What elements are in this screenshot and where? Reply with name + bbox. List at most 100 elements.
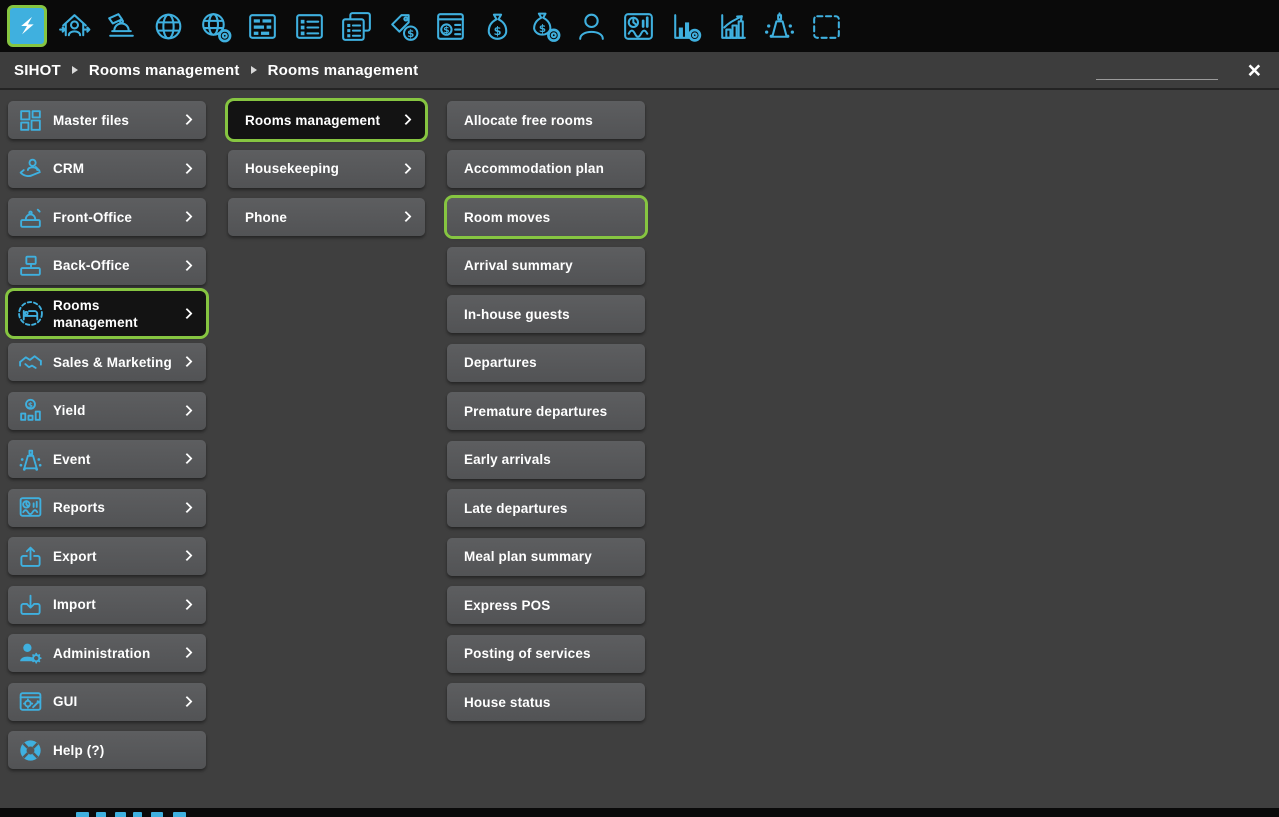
menu-item-label: Back-Office: [53, 257, 130, 274]
toolbar-button-blank-window[interactable]: [806, 5, 846, 47]
event-icon: [16, 445, 44, 473]
toolbar-button-bar-chart-coin[interactable]: [665, 5, 705, 47]
menu-item-arrival-summary[interactable]: Arrival summary: [447, 247, 645, 285]
svg-text:$: $: [27, 400, 32, 409]
menu-item-late-departures[interactable]: Late departures: [447, 489, 645, 527]
chevron-right-icon: [181, 356, 192, 367]
list-window-icon: [291, 8, 328, 45]
menu-item-allocate-free-rooms[interactable]: Allocate free rooms: [447, 101, 645, 139]
menu-item-phone[interactable]: Phone: [228, 198, 425, 236]
menu-item-label: Departures: [464, 354, 537, 371]
menu-item-in-house-guests[interactable]: In-house guests: [447, 295, 645, 333]
menu-item-yield[interactable]: $Yield: [8, 392, 206, 430]
menu-column-rooms-management-actions: Allocate free rooms Accommodation plan Roo…: [447, 101, 645, 732]
chevron-right-icon: [181, 162, 192, 173]
bottom-clipped-toolbar: [0, 808, 1279, 817]
chevron-right-icon: [181, 453, 192, 464]
menu-item-label: In-house guests: [464, 306, 570, 323]
toolbar-button-checkin-guest[interactable]: [54, 5, 94, 47]
breadcrumb-separator-icon: [251, 66, 257, 74]
toolbar-button-sihot-logo[interactable]: [7, 5, 47, 47]
menu-item-rooms-management[interactable]: Rooms management: [228, 101, 425, 139]
menu-item-label: Event: [53, 451, 91, 468]
master-files-icon: [16, 106, 44, 134]
toolbar-button-guest-profile[interactable]: [571, 5, 611, 47]
toolbar-button-money-bag-search[interactable]: $: [524, 5, 564, 47]
chevron-right-icon: [400, 114, 411, 125]
toolbar-button-statistics-trend[interactable]: [712, 5, 752, 47]
menu-item-label: Late departures: [464, 500, 568, 517]
toolbar-button-report-dashboard[interactable]: [618, 5, 658, 47]
rooms-management-icon: [16, 300, 44, 328]
copy-documents-icon: [338, 8, 375, 45]
menu-item-label: Import: [53, 596, 96, 613]
menu-item-reports[interactable]: Reports: [8, 489, 206, 527]
menu-item-accommodation-plan[interactable]: Accommodation plan: [447, 150, 645, 188]
chevron-right-icon: [181, 550, 192, 561]
reports-icon: [16, 494, 44, 522]
menu-item-label: Reports: [53, 499, 105, 516]
room-plan-icon: [244, 8, 281, 45]
menu-item-housekeeping[interactable]: Housekeeping: [228, 150, 425, 188]
crm-icon: [16, 155, 44, 183]
menu-item-label: Housekeeping: [245, 160, 339, 177]
cashier-register-icon: $: [432, 8, 469, 45]
bar-chart-coin-icon: [667, 8, 704, 45]
breadcrumb-item[interactable]: Rooms management: [268, 62, 419, 79]
menu-item-administration[interactable]: Administration: [8, 634, 206, 672]
breadcrumb-item[interactable]: SIHOT: [14, 62, 61, 79]
toolbar-button-money-bag[interactable]: $: [477, 5, 517, 47]
menu-item-label: Front-Office: [53, 209, 132, 226]
menu-item-posting-of-services[interactable]: Posting of services: [447, 635, 645, 673]
toolbar-button-globe[interactable]: [148, 5, 188, 47]
menu-item-meal-plan-summary[interactable]: Meal plan summary: [447, 538, 645, 576]
toolbar-button-room-plan[interactable]: [242, 5, 282, 47]
chevron-right-icon: [400, 211, 411, 222]
menu-item-label: CRM: [53, 160, 84, 177]
menu-item-event[interactable]: Event: [8, 440, 206, 478]
breadcrumb: SIHOT Rooms management Rooms management: [14, 62, 429, 79]
globe-icon: [150, 8, 187, 45]
menu-item-label: Sales & Marketing: [53, 354, 172, 371]
menu-item-help[interactable]: Help (?): [8, 731, 206, 769]
menu-item-gui[interactable]: GUI: [8, 683, 206, 721]
statistics-trend-icon: [714, 8, 751, 45]
menu-item-label: Meal plan summary: [464, 548, 592, 565]
toolbar-button-globe-search[interactable]: [195, 5, 235, 47]
clipped-icon: [133, 812, 142, 817]
toolbar-button-cashier-register[interactable]: $: [430, 5, 470, 47]
menu-item-label: Early arrivals: [464, 451, 551, 468]
menu-item-early-arrivals[interactable]: Early arrivals: [447, 441, 645, 479]
menu-item-house-status[interactable]: House status: [447, 683, 645, 721]
menu-item-rooms-management[interactable]: Rooms management: [8, 291, 206, 336]
menu-item-label: Accommodation plan: [464, 160, 604, 177]
chevron-right-icon: [181, 259, 192, 270]
toolbar-button-reception-service[interactable]: [101, 5, 141, 47]
breadcrumb-item[interactable]: Rooms management: [89, 62, 240, 79]
event-stage-icon: [761, 8, 798, 45]
search-input[interactable]: [1096, 60, 1218, 80]
checkin-guest-icon: [56, 8, 93, 45]
toolbar-button-list-window[interactable]: [289, 5, 329, 47]
toolbar-button-copy-documents[interactable]: [336, 5, 376, 47]
front-office-icon: [16, 203, 44, 231]
menu-item-express-pos[interactable]: Express POS: [447, 586, 645, 624]
menu-item-crm[interactable]: CRM: [8, 150, 206, 188]
svg-text:$: $: [407, 28, 414, 40]
menu-item-front-office[interactable]: Front-Office: [8, 198, 206, 236]
menu-item-room-moves[interactable]: Room moves: [447, 198, 645, 236]
toolbar-button-event-stage[interactable]: [759, 5, 799, 47]
chevron-right-icon: [181, 598, 192, 609]
menu-item-master-files[interactable]: Master files: [8, 101, 206, 139]
menu-item-export[interactable]: Export: [8, 537, 206, 575]
chevron-right-icon: [181, 647, 192, 658]
close-button[interactable]: ×: [1248, 59, 1261, 82]
menu-item-label: House status: [464, 694, 551, 711]
menu-item-premature-departures[interactable]: Premature departures: [447, 392, 645, 430]
clipped-icon: [76, 812, 89, 817]
menu-item-departures[interactable]: Departures: [447, 344, 645, 382]
menu-item-import[interactable]: Import: [8, 586, 206, 624]
menu-item-sales-marketing[interactable]: Sales & Marketing: [8, 343, 206, 381]
toolbar-button-price-tag-dollar[interactable]: $: [383, 5, 423, 47]
menu-item-back-office[interactable]: Back-Office: [8, 247, 206, 285]
